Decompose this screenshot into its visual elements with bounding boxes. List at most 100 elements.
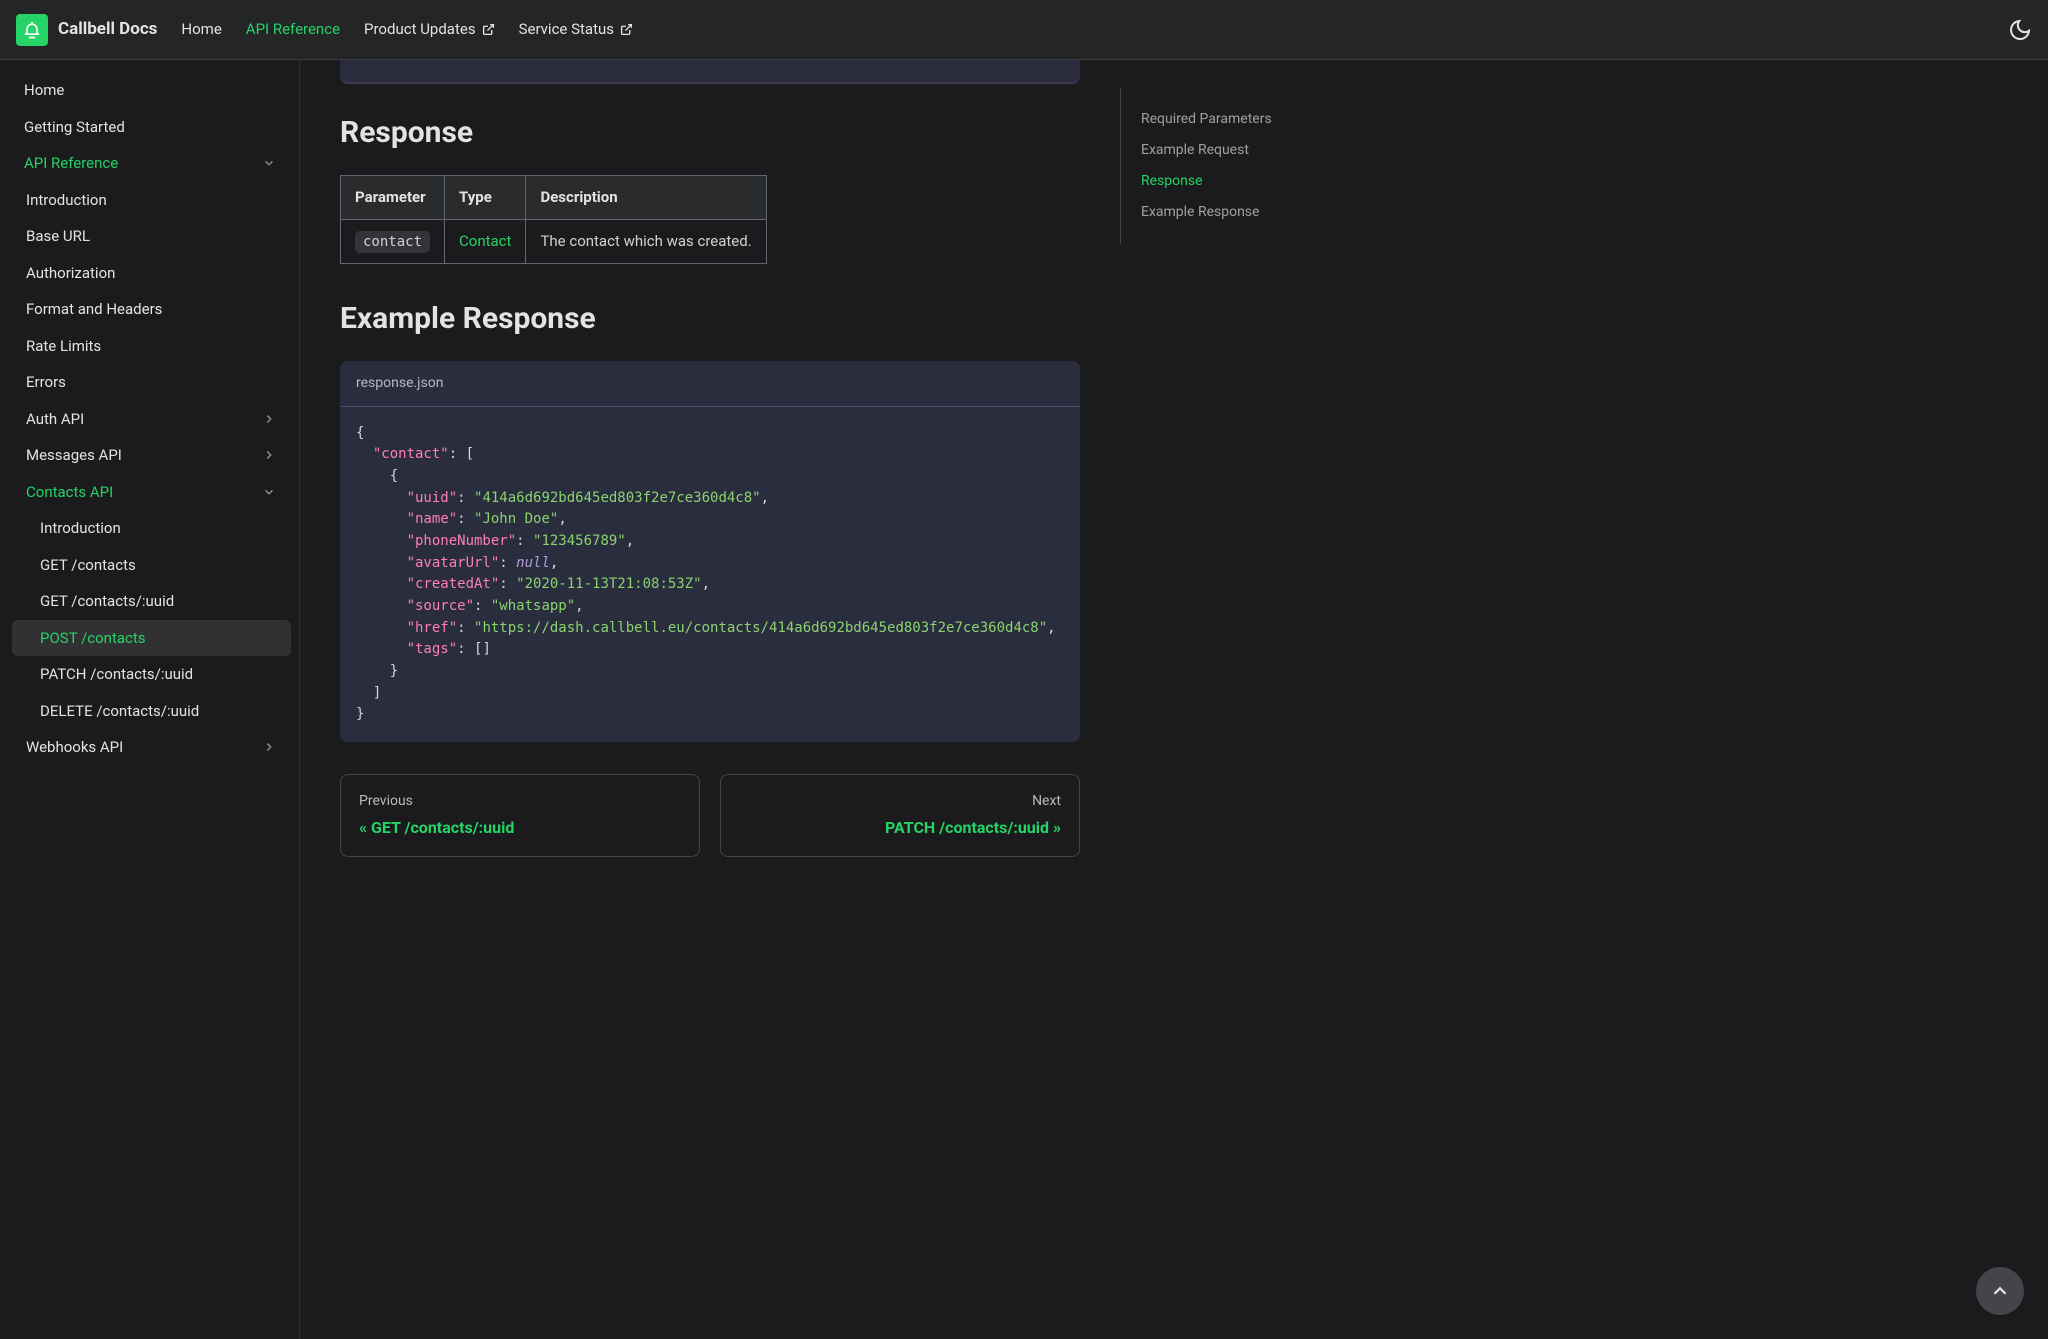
code-token: "2020-11-13T21:08:53Z"	[516, 576, 701, 592]
sidebar-post-contacts[interactable]: POST /contacts	[12, 620, 291, 657]
sidebar-auth-api[interactable]: Auth API	[12, 401, 291, 438]
nav-product-updates-label: Product Updates	[364, 18, 476, 41]
sidebar-base-url[interactable]: Base URL	[12, 218, 291, 255]
code-token	[356, 576, 407, 592]
pagination: Previous « GET /contacts/:uuid Next PATC…	[340, 774, 1080, 857]
code-token: {	[356, 425, 364, 441]
chevron-right-icon	[259, 737, 279, 757]
sidebar-item-label: Auth API	[26, 408, 84, 431]
moon-icon	[2008, 18, 2032, 42]
sidebar-getting-started[interactable]: Getting Started	[12, 109, 291, 146]
sidebar-format-headers[interactable]: Format and Headers	[12, 291, 291, 328]
sidebar-item-label: GET /contacts	[40, 554, 136, 577]
prev-title: « GET /contacts/:uuid	[359, 816, 514, 840]
code-token: "tags"	[407, 641, 458, 657]
code-token: "avatarUrl"	[407, 555, 500, 571]
theme-toggle[interactable]	[2008, 18, 2032, 42]
code-token: "name"	[407, 511, 458, 527]
code-token: : []	[457, 641, 491, 657]
nav-api-reference[interactable]: API Reference	[246, 18, 340, 41]
code-token: :	[499, 576, 516, 592]
code-token: "createdAt"	[407, 576, 500, 592]
sidebar-introduction[interactable]: Introduction	[12, 182, 291, 219]
sidebar-rate-limits[interactable]: Rate Limits	[12, 328, 291, 365]
navbar-left: Callbell Docs Home API Reference Product…	[16, 14, 633, 46]
type-link[interactable]: Contact	[459, 232, 511, 250]
sidebar-contacts-api[interactable]: Contacts API	[12, 474, 291, 511]
sidebar-authorization[interactable]: Authorization	[12, 255, 291, 292]
code-token: "contact"	[373, 446, 449, 462]
code-token	[356, 641, 407, 657]
scroll-to-top-button[interactable]	[1976, 1267, 2024, 1315]
code-token: ]	[356, 685, 381, 701]
code-token: ,	[1047, 620, 1055, 636]
pagination-prev[interactable]: Previous « GET /contacts/:uuid	[340, 774, 700, 857]
code-token: :	[474, 598, 491, 614]
response-table: Parameter Type Description contact Conta…	[340, 175, 767, 264]
sidebar-delete-contacts-uuid[interactable]: DELETE /contacts/:uuid	[12, 693, 291, 730]
code-token: "source"	[407, 598, 474, 614]
code-token	[356, 620, 407, 636]
code-token: ,	[575, 598, 583, 614]
sidebar-messages-api[interactable]: Messages API	[12, 437, 291, 474]
toc-example-request[interactable]: Example Request	[1141, 135, 1364, 166]
sidebar-item-label: Introduction	[26, 189, 107, 212]
td-type: Contact	[445, 219, 526, 263]
sidebar-item-label: POST /contacts	[40, 627, 146, 650]
sidebar-patch-contacts-uuid[interactable]: PATCH /contacts/:uuid	[12, 656, 291, 693]
code-response-block: response.json { "contact": [ { "uuid": "…	[340, 361, 1080, 743]
toc-response[interactable]: Response	[1141, 166, 1364, 197]
code-token: "uuid"	[407, 490, 458, 506]
nav-product-updates[interactable]: Product Updates	[364, 18, 495, 41]
code-token: }	[356, 663, 398, 679]
sidebar-contacts-intro[interactable]: Introduction	[12, 510, 291, 547]
pagination-next[interactable]: Next PATCH /contacts/:uuid »	[720, 774, 1080, 857]
nav-service-status[interactable]: Service Status	[519, 18, 633, 41]
sidebar-item-label: Authorization	[26, 262, 115, 285]
th-parameter: Parameter	[341, 176, 445, 220]
sidebar-errors[interactable]: Errors	[12, 364, 291, 401]
table-header-row: Parameter Type Description	[341, 176, 767, 220]
code-token: "123456789"	[533, 533, 626, 549]
sidebar-item-label: GET /contacts/:uuid	[40, 590, 174, 613]
sidebar-get-contacts-uuid[interactable]: GET /contacts/:uuid	[12, 583, 291, 620]
nav-home[interactable]: Home	[181, 18, 221, 41]
toc-example-response[interactable]: Example Response	[1141, 197, 1364, 228]
sidebar-webhooks-api[interactable]: Webhooks API	[12, 729, 291, 766]
sidebar-api-reference[interactable]: API Reference	[12, 145, 291, 182]
code-token	[356, 533, 407, 549]
code-token: null	[516, 555, 550, 571]
sidebar-home[interactable]: Home	[12, 72, 291, 109]
sidebar-item-label: Base URL	[26, 225, 90, 248]
logo-container[interactable]: Callbell Docs	[16, 14, 157, 46]
sidebar-get-contacts[interactable]: GET /contacts	[12, 547, 291, 584]
sidebar-item-label: PATCH /contacts/:uuid	[40, 663, 193, 686]
code-token: "href"	[407, 620, 458, 636]
code-filename: response.json	[340, 361, 1080, 407]
code-token: "John Doe"	[474, 511, 558, 527]
code-token	[356, 598, 407, 614]
sidebar: Home Getting Started API Reference Intro…	[0, 60, 300, 1339]
code-token: : [	[449, 446, 474, 462]
code-token	[356, 490, 407, 506]
code-token: ,	[761, 490, 769, 506]
previous-code-block-tail	[340, 60, 1080, 84]
code-token: :	[499, 555, 516, 571]
external-link-icon	[482, 23, 495, 36]
code-token: ,	[626, 533, 634, 549]
toc-required-params[interactable]: Required Parameters	[1141, 104, 1364, 135]
sidebar-item-label: Contacts API	[26, 481, 113, 504]
sidebar-api-reference-label: API Reference	[24, 152, 118, 175]
code-token: ,	[702, 576, 710, 592]
code-token	[356, 555, 407, 571]
layout: Home Getting Started API Reference Intro…	[0, 60, 2048, 1339]
response-heading: Response	[340, 110, 1080, 155]
external-link-icon	[620, 23, 633, 36]
chevron-down-icon	[259, 482, 279, 502]
code-token: ,	[558, 511, 566, 527]
th-description: Description	[526, 176, 766, 220]
code-token: "414a6d692bd645ed803f2e7ce360d4c8"	[474, 490, 761, 506]
logo-icon	[16, 14, 48, 46]
prev-label: Previous	[359, 791, 413, 812]
sidebar-item-label: Format and Headers	[26, 298, 162, 321]
